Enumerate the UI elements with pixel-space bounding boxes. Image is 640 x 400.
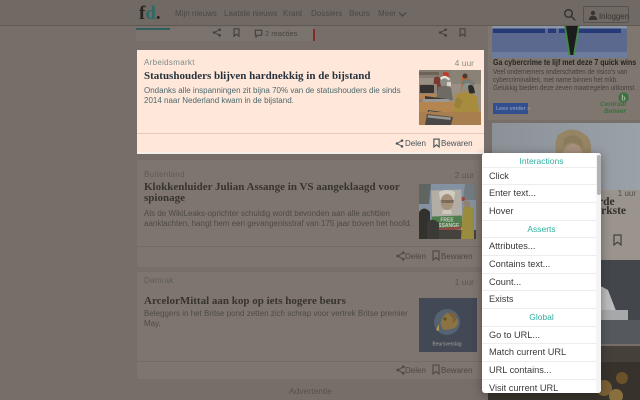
svg-text:Beursverslag: Beursverslag bbox=[432, 342, 461, 348]
